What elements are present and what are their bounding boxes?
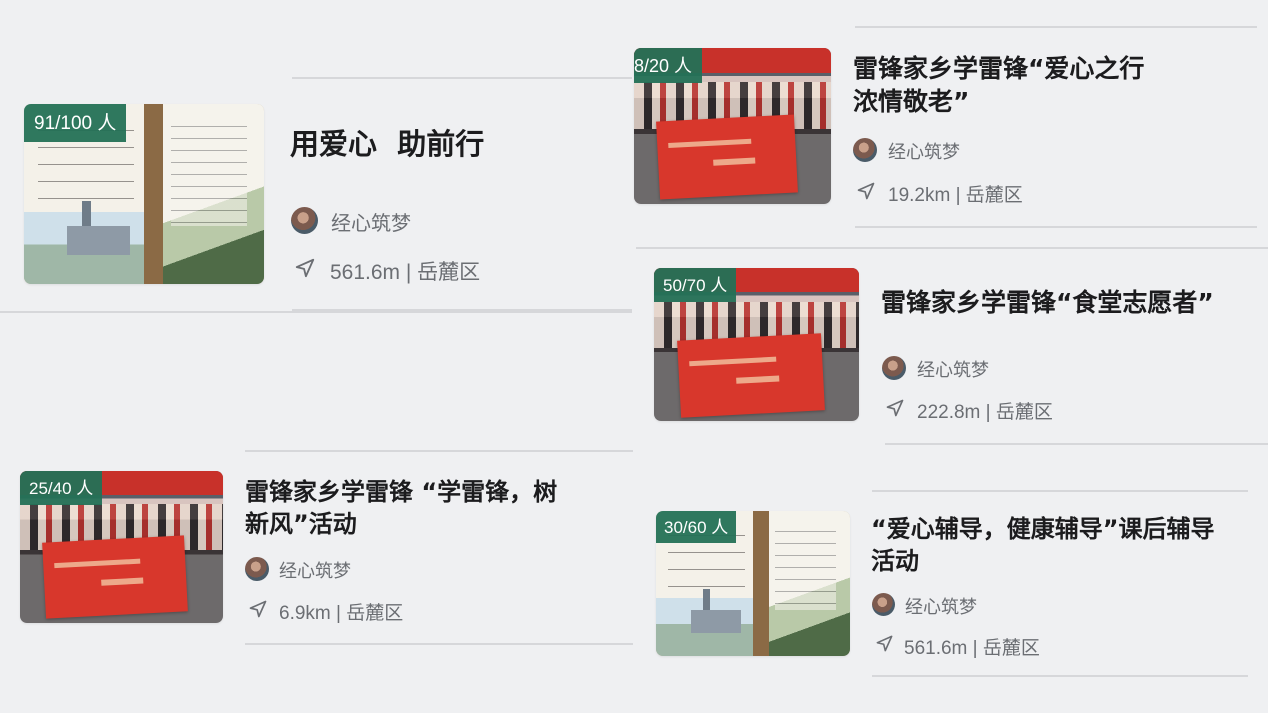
author-avatar <box>853 138 877 162</box>
title-line: 雷锋家乡学雷锋“爱心之行 <box>853 54 1145 83</box>
navigation-arrow-icon <box>295 258 315 278</box>
divider <box>245 643 633 645</box>
title-line: 浓情敬老” <box>853 87 970 116</box>
author-name: 经心筑梦 <box>279 561 351 582</box>
divider <box>885 443 1268 445</box>
author-name: 经心筑梦 <box>905 597 977 618</box>
participant-count-badge: 8/20 人 <box>634 48 703 83</box>
divider <box>855 26 1257 28</box>
divider <box>0 311 632 313</box>
activity-title[interactable]: 用爱心 助前行 <box>290 126 484 162</box>
title-line: 雷锋家乡学雷锋“食堂志愿者” <box>881 288 1214 317</box>
location-distance: 19.2km | 岳麓区 <box>888 185 1023 206</box>
author-name: 经心筑梦 <box>917 360 989 381</box>
author-avatar <box>245 557 269 581</box>
divider <box>855 226 1257 228</box>
navigation-arrow-icon <box>876 635 893 652</box>
title-line: 新风”活动 <box>245 510 357 538</box>
location-distance: 222.8m | 岳麓区 <box>917 402 1053 423</box>
activity-thumbnail[interactable]: 25/40 人 <box>20 471 223 623</box>
navigation-arrow-icon <box>857 182 875 200</box>
participant-count-badge: 25/40 人 <box>20 471 103 505</box>
divider <box>292 77 632 79</box>
title-line: “爱心辅导，健康辅导”课后辅导 <box>871 515 1215 543</box>
activity-title[interactable]: 雷锋家乡学雷锋 “学雷锋，树 新风”活动 <box>245 476 557 540</box>
activity-thumbnail[interactable]: 50/70 人 <box>654 268 859 421</box>
title-line: 雷锋家乡学雷锋 “学雷锋，树 <box>245 478 558 506</box>
activity-thumbnail[interactable]: 8/20 人 <box>634 48 831 204</box>
participant-count-badge: 30/60 人 <box>656 511 737 543</box>
participant-count-badge: 50/70 人 <box>654 268 737 302</box>
activity-title[interactable]: “爱心辅导，健康辅导”课后辅导 活动 <box>871 513 1215 577</box>
location-distance: 561.6m | 岳麓区 <box>904 638 1040 659</box>
activity-thumbnail[interactable]: 91/100 人 <box>24 104 264 284</box>
title-line: 用爱心 助前行 <box>290 127 485 161</box>
author-name: 经心筑梦 <box>888 142 960 163</box>
author-name: 经心筑梦 <box>331 211 411 235</box>
author-avatar <box>872 593 895 616</box>
navigation-arrow-icon <box>886 399 904 417</box>
divider <box>872 490 1248 492</box>
author-avatar <box>882 356 906 380</box>
divider <box>292 309 632 311</box>
divider <box>245 450 633 452</box>
activity-title[interactable]: 雷锋家乡学雷锋“爱心之行 浓情敬老” <box>853 52 1144 118</box>
location-distance: 561.6m | 岳麓区 <box>330 261 481 284</box>
author-avatar <box>291 207 318 234</box>
navigation-arrow-icon <box>249 600 267 618</box>
divider <box>872 675 1248 677</box>
activity-title[interactable]: 雷锋家乡学雷锋“食堂志愿者” <box>881 286 1214 319</box>
activity-thumbnail[interactable]: 30/60 人 <box>656 511 850 656</box>
title-line: 活动 <box>871 547 919 575</box>
participant-count-badge: 91/100 人 <box>24 104 127 142</box>
divider <box>636 247 1268 249</box>
location-distance: 6.9km | 岳麓区 <box>279 603 404 624</box>
